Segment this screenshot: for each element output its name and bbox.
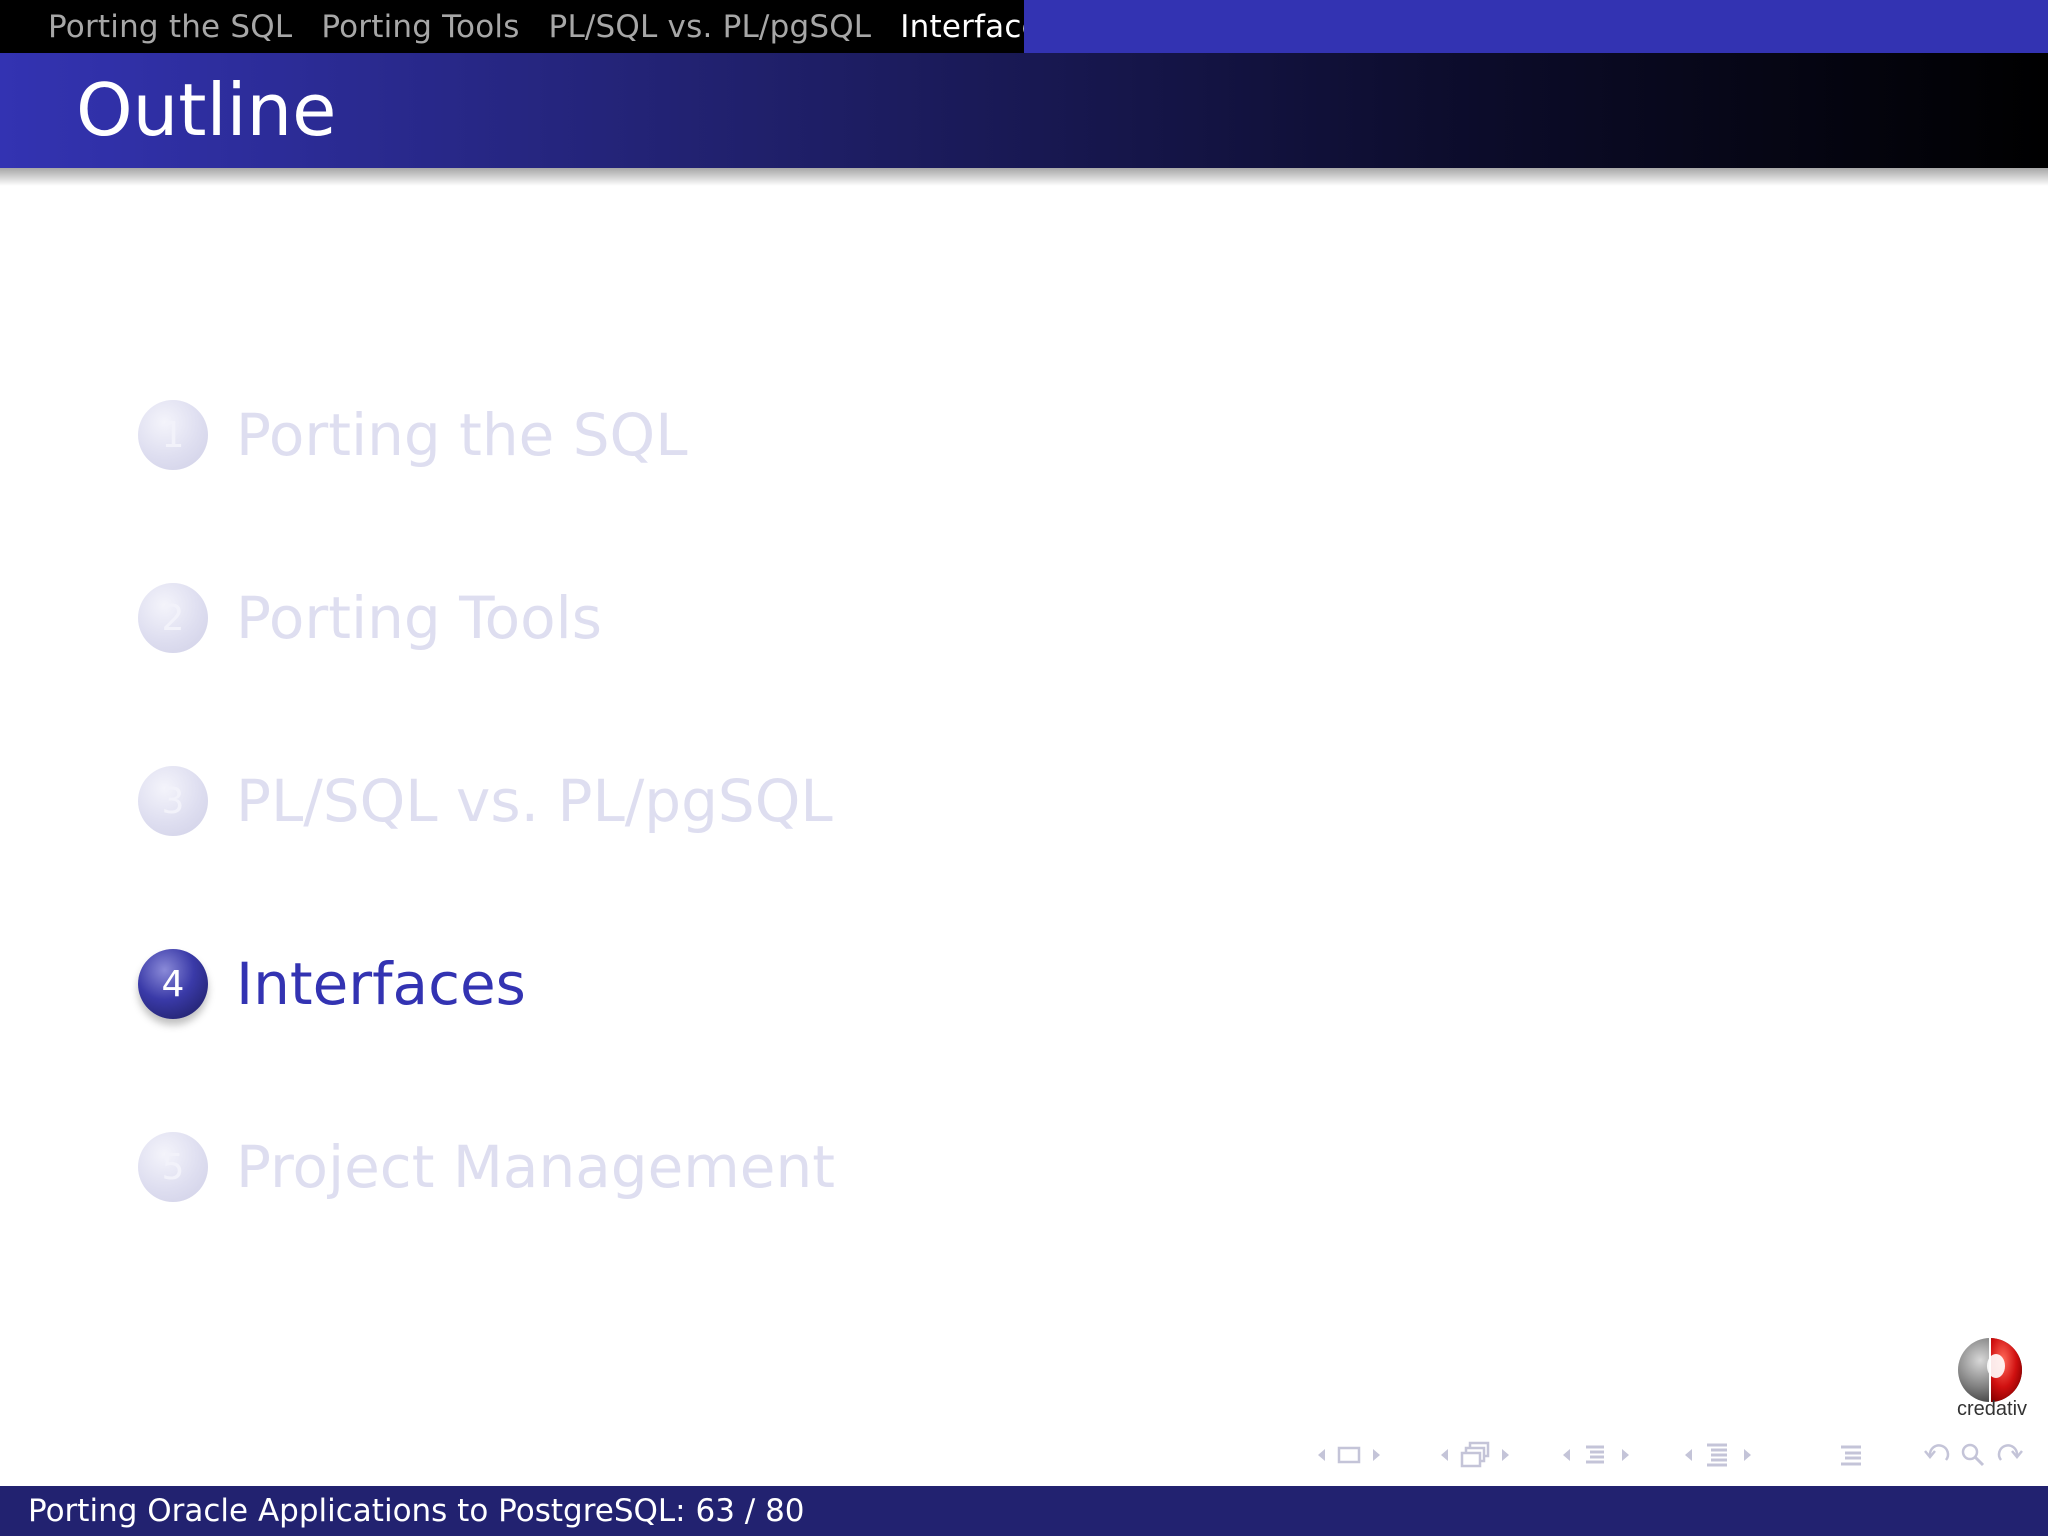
page-prev-icon[interactable] — [1682, 1440, 1694, 1470]
outline-item-label: Porting the SQL — [236, 401, 688, 469]
slide: Porting the SQL Porting Tools PL/SQL vs.… — [0, 0, 2048, 1536]
outline-item-plsql-vs-plpgsql[interactable]: 3 PL/SQL vs. PL/pgSQL — [138, 746, 1038, 856]
credativ-logo-icon — [1958, 1338, 2022, 1402]
forward-icon[interactable] — [1995, 1440, 2025, 1470]
subsection-next-icon[interactable] — [1500, 1440, 1512, 1470]
outline-item-porting-the-sql[interactable]: 1 Porting the SQL — [138, 380, 1038, 490]
outline-item-label-active: Interfaces — [236, 950, 526, 1018]
outline-item-label: Porting Tools — [236, 584, 602, 652]
outline-item-project-management[interactable]: 5 Project Management — [138, 1112, 1038, 1222]
navigation-symbols — [1310, 1440, 2040, 1470]
nav-section-porting-the-sql[interactable]: Porting the SQL — [48, 9, 292, 45]
footer-bar: Porting Oracle Applications to PostgreSQ… — [0, 1486, 2048, 1536]
search-icon[interactable] — [1960, 1440, 1986, 1470]
outline-item-label: Project Management — [236, 1133, 835, 1201]
nav-section-porting-tools[interactable]: Porting Tools — [321, 9, 519, 45]
slide-title: Outline — [76, 68, 337, 152]
credativ-logo-text: credativ — [1956, 1398, 2028, 1420]
outline-number-ball: 3 — [138, 766, 208, 836]
page-icon[interactable] — [1703, 1440, 1733, 1470]
appendix-icon[interactable] — [1838, 1440, 1864, 1470]
frame-next-icon[interactable] — [1371, 1440, 1383, 1470]
outline-number-ball: 5 — [138, 1132, 208, 1202]
section-icon[interactable] — [1582, 1440, 1608, 1470]
outline-item-porting-tools[interactable]: 2 Porting Tools — [138, 563, 1038, 673]
section-next-icon[interactable] — [1620, 1440, 1632, 1470]
footer-page-indicator: Porting Oracle Applications to PostgreSQ… — [28, 1493, 805, 1529]
nav-section-plsql-vs-plpgsql[interactable]: PL/SQL vs. PL/pgSQL — [549, 9, 872, 45]
frame-icon[interactable] — [1336, 1440, 1362, 1470]
nav-section-interfaces[interactable]: Interfaces — [900, 9, 1024, 45]
section-navigation-dark-panel: Porting the SQL Porting Tools PL/SQL vs.… — [0, 0, 1024, 53]
outline-number-ball: 1 — [138, 400, 208, 470]
outline-item-label: PL/SQL vs. PL/pgSQL — [236, 767, 833, 835]
page-next-icon[interactable] — [1742, 1440, 1754, 1470]
subsection-prev-icon[interactable] — [1438, 1440, 1450, 1470]
section-navigation-items: Porting the SQL Porting Tools PL/SQL vs.… — [48, 0, 1024, 53]
section-prev-icon[interactable] — [1560, 1440, 1572, 1470]
frame-prev-icon[interactable] — [1315, 1440, 1327, 1470]
section-navigation-bar: Porting the SQL Porting Tools PL/SQL vs.… — [0, 0, 2048, 53]
back-icon[interactable] — [1922, 1440, 1952, 1470]
outline-number-ball: 2 — [138, 583, 208, 653]
title-bar-shadow — [0, 168, 2048, 186]
outline-number-ball-active: 4 — [138, 949, 208, 1019]
subsection-icon[interactable] — [1459, 1440, 1491, 1470]
outline-item-interfaces[interactable]: 4 Interfaces — [138, 929, 1038, 1039]
